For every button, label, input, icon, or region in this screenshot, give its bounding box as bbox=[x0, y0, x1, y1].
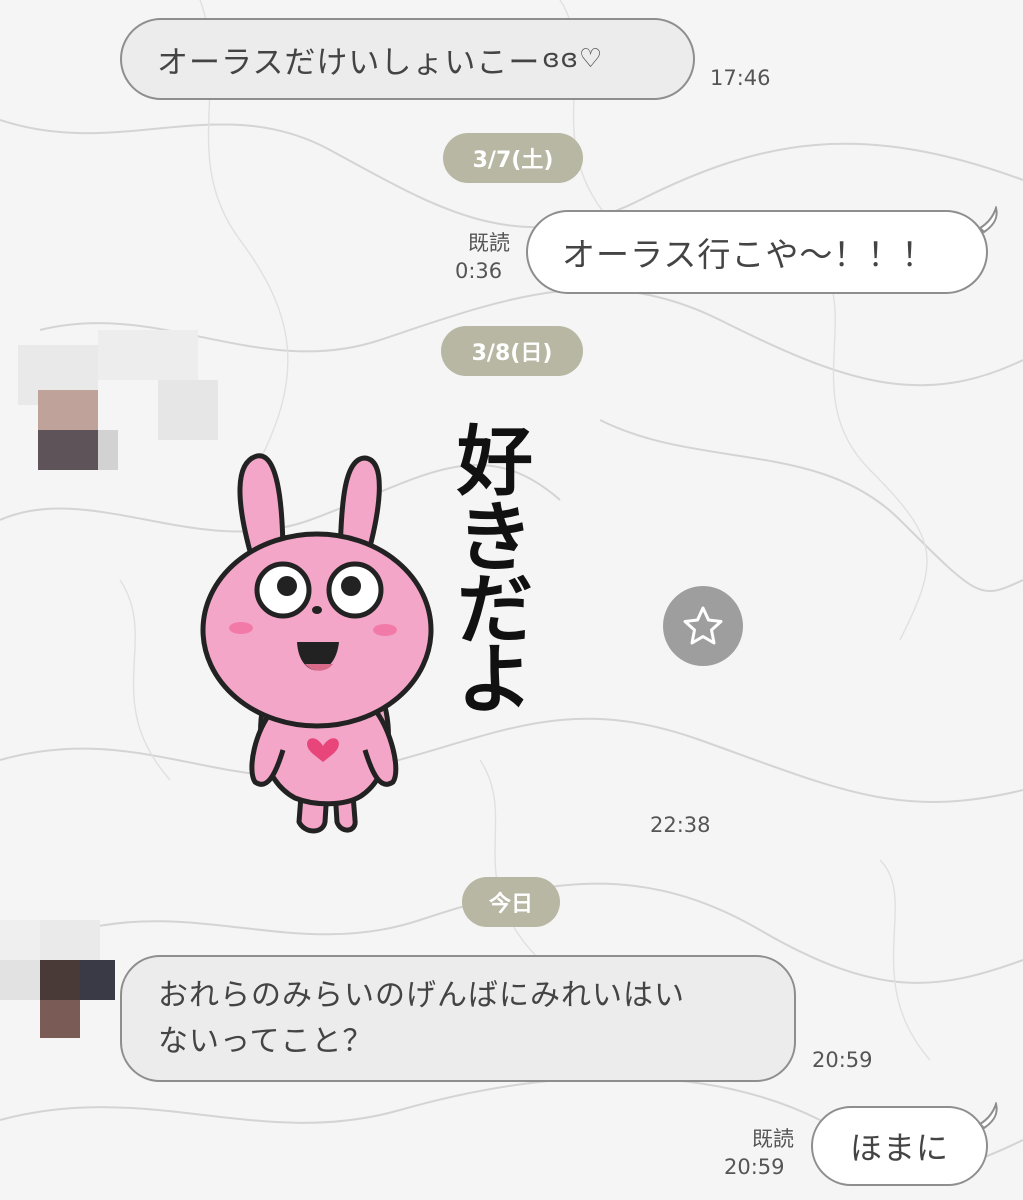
message-time: 0:36 bbox=[455, 259, 503, 283]
bubble-tail bbox=[978, 206, 998, 234]
message-text: オーラス行こや〜！！！ bbox=[562, 235, 936, 274]
bubble-tail bbox=[978, 1102, 998, 1130]
message-time: 17:46 bbox=[710, 66, 771, 90]
message-bubble-incoming[interactable]: おれらのみらいのげんばにみれいはい ないってこと？ bbox=[120, 955, 796, 1082]
message-text: ほまに bbox=[849, 1129, 949, 1167]
favorite-button[interactable] bbox=[663, 586, 743, 666]
pink-rabbit-icon: 好 き だ よ bbox=[200, 417, 533, 834]
message-bubble-outgoing[interactable]: ほまに bbox=[811, 1106, 988, 1186]
sticker-text-char: よ bbox=[457, 635, 533, 724]
message-time: 20:59 bbox=[724, 1155, 785, 1179]
avatar[interactable] bbox=[18, 330, 218, 470]
message-time: 22:38 bbox=[650, 813, 711, 837]
message-text-line: ないってこと？ bbox=[158, 1024, 374, 1059]
message-text-line: おれらのみらいのげんばにみれいはい bbox=[158, 978, 685, 1013]
date-separator: 3/7(土) bbox=[443, 133, 583, 183]
date-separator: 今日 bbox=[462, 877, 560, 927]
avatar[interactable] bbox=[0, 920, 140, 1040]
message-time: 20:59 bbox=[812, 1048, 873, 1072]
star-outline-icon bbox=[683, 606, 723, 645]
read-receipt: 既読 bbox=[752, 1127, 794, 1151]
message-bubble-outgoing[interactable]: オーラス行こや〜！！！ bbox=[526, 210, 988, 294]
message-text: オーラスだけいしょいこー bbox=[157, 44, 541, 81]
emoji-decoration: ɞɞ♡ bbox=[542, 44, 604, 74]
rabbit-sticker[interactable]: 好 き だ よ bbox=[195, 410, 555, 840]
message-bubble-incoming[interactable]: オーラスだけいしょいこー ɞɞ♡ bbox=[120, 18, 695, 100]
read-receipt: 既読 bbox=[468, 231, 510, 255]
date-separator: 3/8(日) bbox=[441, 326, 583, 376]
